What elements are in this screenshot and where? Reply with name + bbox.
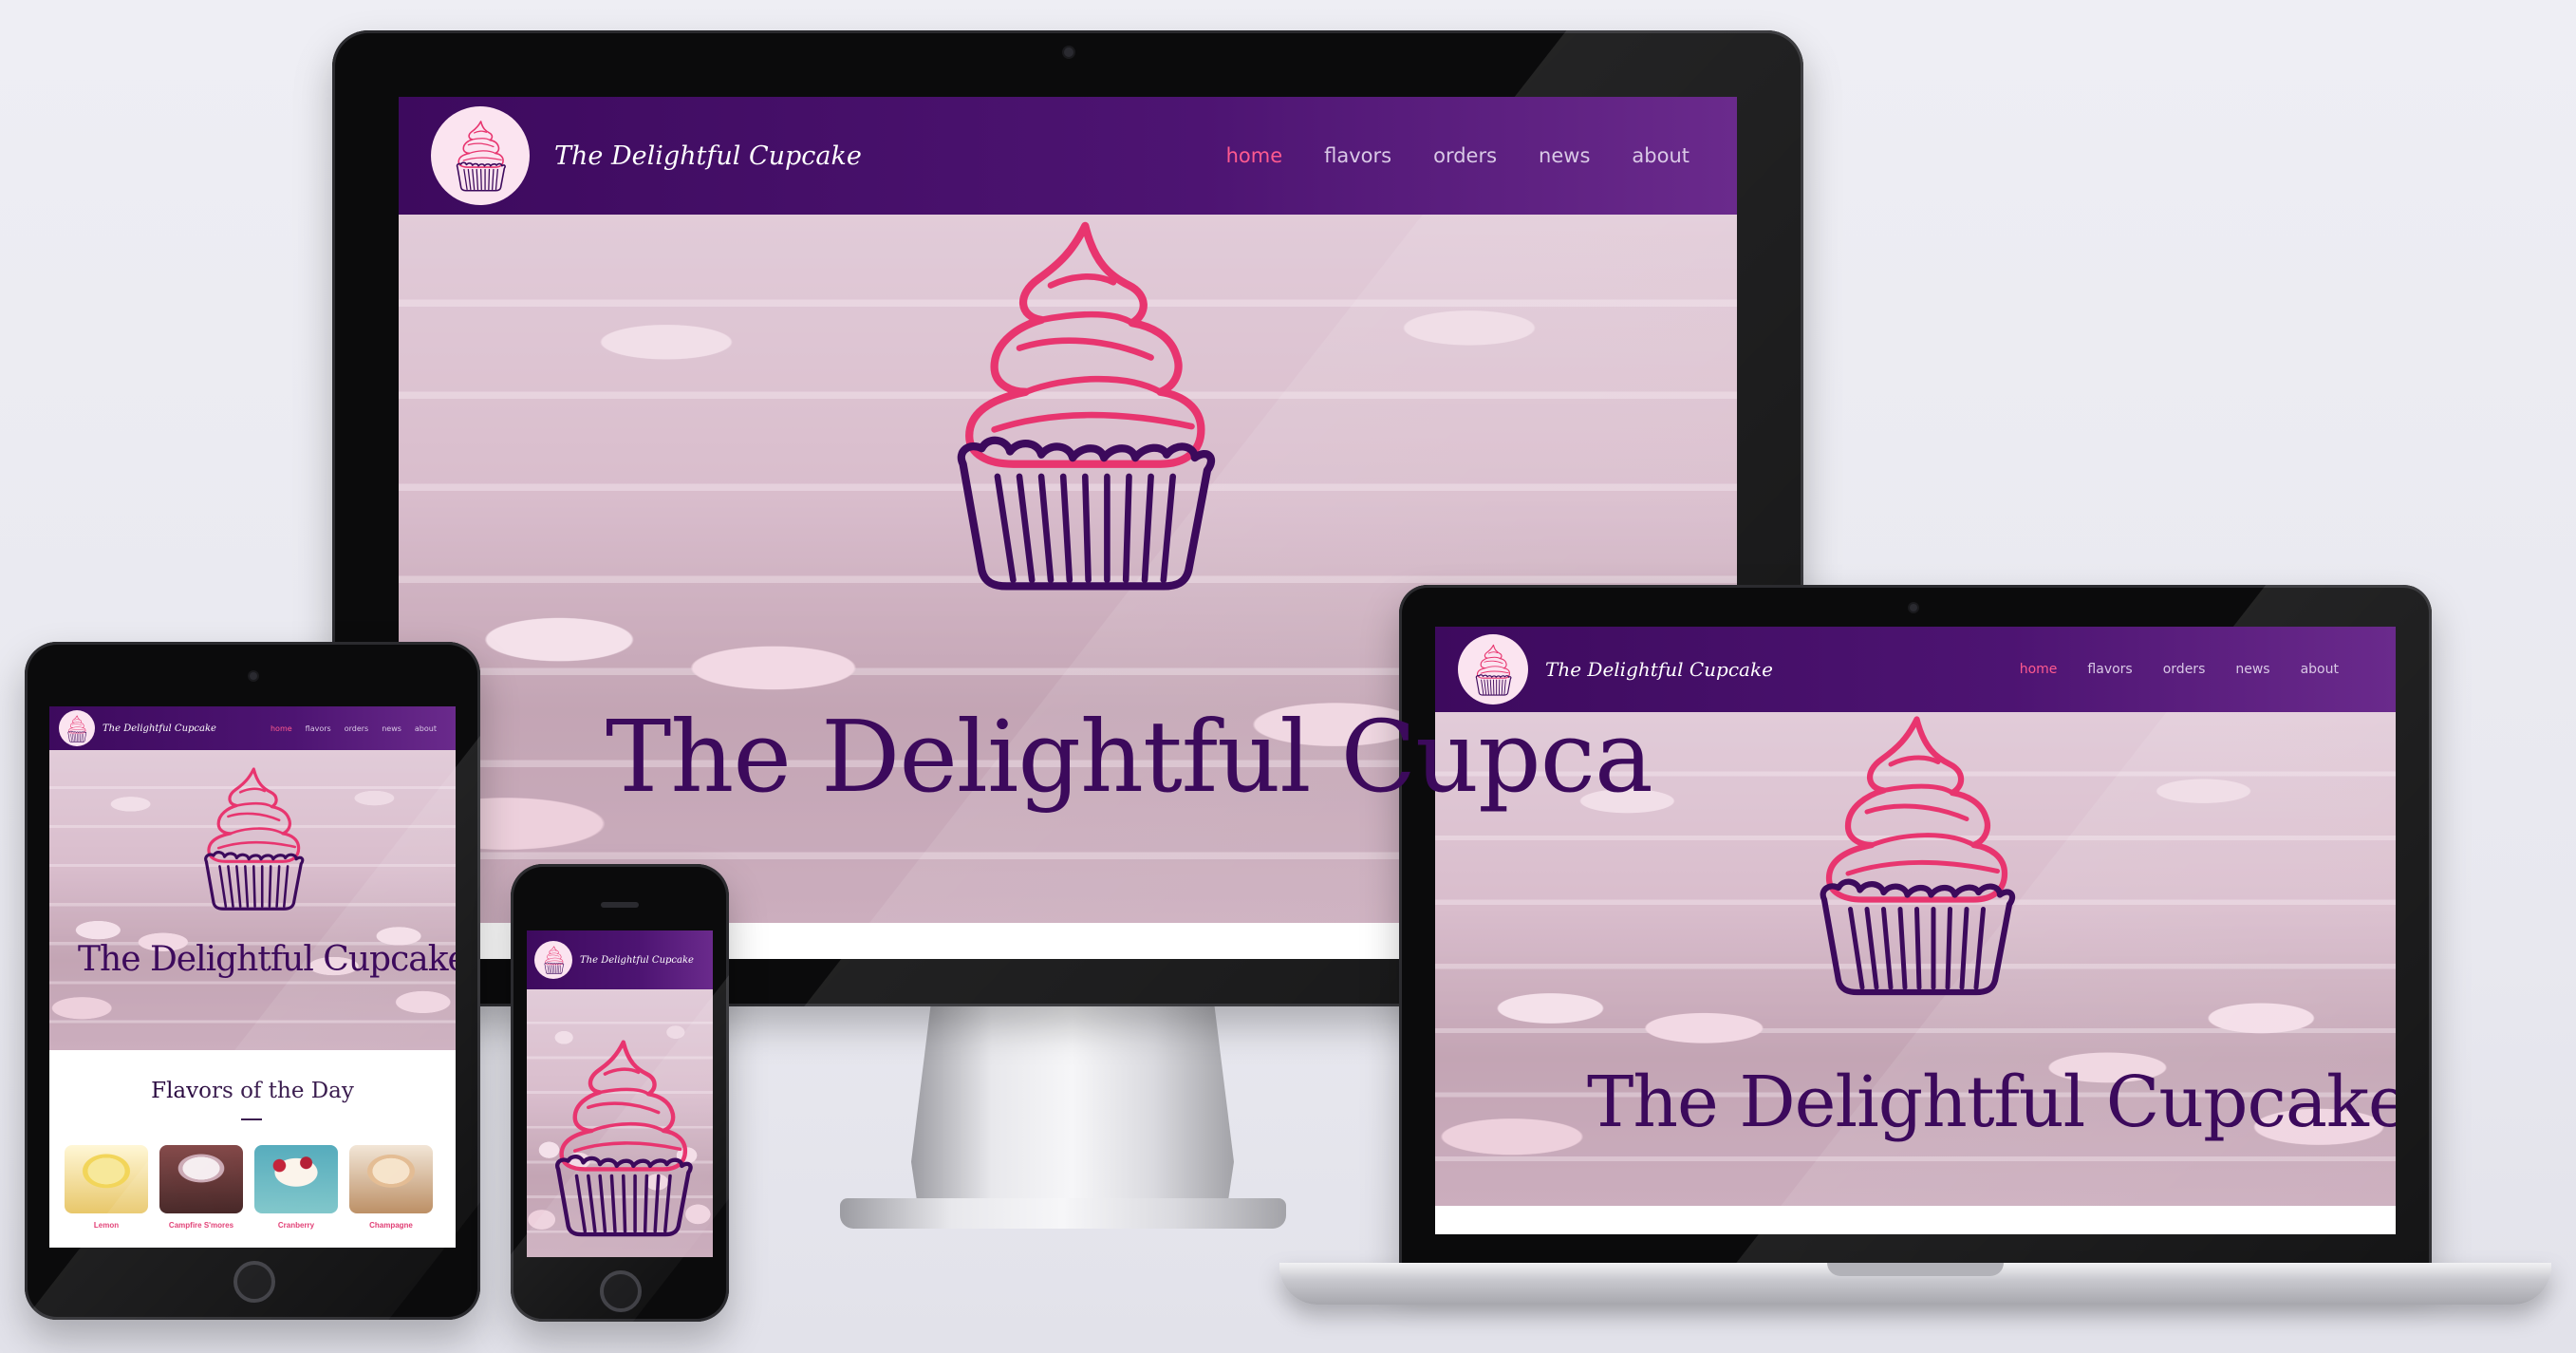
flavor-card-lemon[interactable]: Lemon	[65, 1145, 148, 1230]
nav-news[interactable]: news	[1539, 144, 1590, 167]
desktop-navbar: The Delightful Cupcake home flavors orde…	[399, 97, 1737, 215]
monitor-camera	[1062, 46, 1075, 59]
laptop-notch	[1827, 1263, 2004, 1276]
nav-orders[interactable]: orders	[345, 724, 369, 733]
flavor-label: Campfire S'mores	[168, 1221, 234, 1230]
nav-news[interactable]: news	[2235, 662, 2269, 677]
cupcake-hero-icon	[925, 215, 1239, 594]
laptop-nav-menu: home flavors orders news about	[2020, 662, 2339, 677]
cupcake-logo-icon[interactable]	[59, 710, 95, 746]
phone-speaker	[601, 902, 639, 908]
nav-orders[interactable]: orders	[1433, 144, 1497, 167]
brand-name[interactable]: The Delightful Cupcake	[103, 723, 216, 734]
phone-home-button[interactable]	[600, 1270, 642, 1312]
flavor-image	[65, 1145, 148, 1213]
laptop-navbar: The Delightful Cupcake home flavors orde…	[1435, 627, 2396, 712]
flavor-card-champagne[interactable]: Champagne	[349, 1145, 433, 1230]
brand-name[interactable]: The Delightful Cupcake	[554, 141, 862, 171]
nav-about[interactable]: about	[2301, 662, 2339, 677]
cupcake-hero-icon	[192, 765, 313, 911]
flavor-label: Champagne	[369, 1221, 413, 1230]
flavor-label: Lemon	[93, 1221, 120, 1230]
flavor-image	[349, 1145, 433, 1213]
cupcake-hero-icon	[1796, 712, 2033, 997]
laptop-camera	[1908, 602, 1919, 613]
flavor-card-cranberry[interactable]: Cranberry	[254, 1145, 338, 1230]
brand-name[interactable]: The Delightful Cupcake	[580, 955, 694, 966]
flavors-divider	[241, 1118, 262, 1120]
phone-screen: The Delightful Cupcake	[527, 930, 713, 1257]
nav-about[interactable]: about	[1632, 144, 1689, 167]
flavors-section: Flavors of the Day Lemon Campfire S'more…	[49, 1050, 456, 1248]
nav-home[interactable]: home	[2020, 662, 2058, 677]
nav-news[interactable]: news	[382, 724, 401, 733]
flavor-image	[159, 1145, 243, 1213]
monitor-stand	[911, 1006, 1234, 1206]
desktop-nav-menu: home flavors orders news about	[1226, 144, 1689, 167]
flavor-image	[254, 1145, 338, 1213]
hero-title: The Delightful Cupca	[606, 699, 1653, 815]
phone-device: The Delightful Cupcake	[511, 864, 729, 1322]
nav-home[interactable]: home	[1226, 144, 1283, 167]
laptop-lid: The Delightful Cupcake home flavors orde…	[1399, 585, 2432, 1270]
flavor-label: Cranberry	[277, 1221, 315, 1230]
nav-flavors[interactable]: flavors	[1324, 144, 1391, 167]
cupcake-logo-icon[interactable]	[534, 941, 572, 979]
cupcake-hero-icon	[538, 1037, 705, 1238]
nav-flavors[interactable]: flavors	[306, 724, 331, 733]
flavors-title: Flavors of the Day	[151, 1079, 354, 1103]
cupcake-logo-icon[interactable]	[431, 106, 530, 205]
tablet-camera	[248, 670, 259, 682]
tablet-hero: The Delightful Cupcake	[49, 750, 456, 1050]
nav-flavors[interactable]: flavors	[2087, 662, 2132, 677]
monitor-base	[840, 1198, 1286, 1229]
tablet-nav-menu: home flavors orders news about	[271, 724, 437, 733]
nav-orders[interactable]: orders	[2163, 662, 2206, 677]
phone-hero	[527, 989, 713, 1257]
nav-home[interactable]: home	[271, 724, 292, 733]
tablet-home-button[interactable]	[233, 1261, 275, 1303]
cupcake-logo-icon[interactable]	[1458, 634, 1528, 705]
tablet-screen: The Delightful Cupcake home flavors orde…	[49, 706, 456, 1248]
brand-name[interactable]: The Delightful Cupcake	[1545, 658, 1773, 681]
tablet-navbar: The Delightful Cupcake home flavors orde…	[49, 706, 456, 750]
hero-title: The Delightful Cupcake	[1587, 1062, 2396, 1143]
hero-title: The Delightful Cupcake	[78, 940, 456, 979]
nav-about[interactable]: about	[415, 724, 437, 733]
tablet-device: The Delightful Cupcake home flavors orde…	[25, 642, 480, 1320]
flavor-card-smores[interactable]: Campfire S'mores	[159, 1145, 243, 1230]
phone-navbar: The Delightful Cupcake	[527, 930, 713, 989]
